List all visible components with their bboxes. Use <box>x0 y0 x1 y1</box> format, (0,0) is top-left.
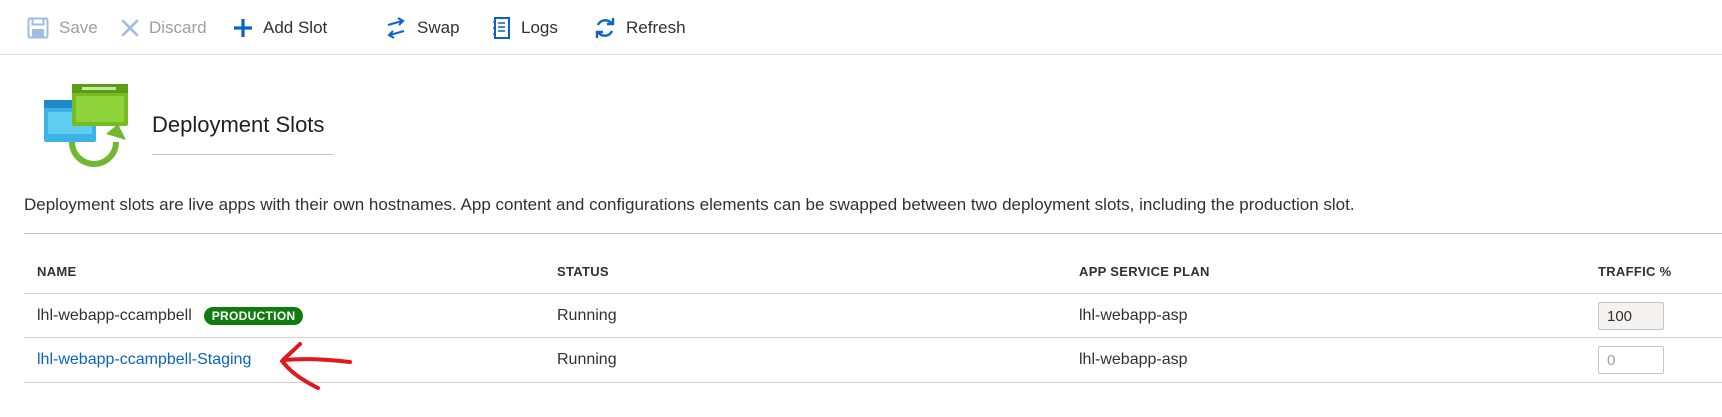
page-title: Deployment Slots <box>152 112 325 137</box>
add-slot-label: Add Slot <box>263 17 328 37</box>
column-header-app-service-plan: APP SERVICE PLAN <box>1079 264 1210 279</box>
production-badge: PRODUCTION <box>203 307 304 325</box>
save-label: Save <box>59 17 98 37</box>
table-row: lhl-webapp-ccampbell PRODUCTION Running … <box>24 293 1722 338</box>
slot-name-link[interactable]: lhl-webapp-ccampbell-Staging <box>37 351 251 369</box>
discard-button[interactable]: Discard <box>121 0 207 55</box>
column-header-name: NAME <box>37 264 77 279</box>
traffic-input <box>1598 302 1664 330</box>
title-underline <box>152 154 333 155</box>
refresh-icon <box>594 17 616 39</box>
page-description: Deployment slots are live apps with thei… <box>24 195 1355 214</box>
deployment-slots-icon <box>42 82 130 173</box>
column-header-status: STATUS <box>557 264 609 279</box>
logs-button[interactable]: Logs <box>493 0 558 55</box>
slot-app-service-plan: lhl-webapp-asp <box>1079 307 1188 324</box>
refresh-button[interactable]: Refresh <box>594 0 686 55</box>
add-slot-button[interactable]: Add Slot <box>233 0 327 55</box>
swap-button[interactable]: Swap <box>385 0 460 55</box>
refresh-label: Refresh <box>626 17 686 37</box>
slot-status: Running <box>557 351 617 368</box>
logs-label: Logs <box>521 17 558 37</box>
slot-name: lhl-webapp-ccampbell <box>37 307 192 324</box>
save-icon <box>27 17 49 39</box>
slot-status: Running <box>557 307 617 324</box>
notebook-icon <box>493 16 511 39</box>
save-button[interactable]: Save <box>27 0 98 55</box>
column-header-traffic: TRAFFIC % <box>1598 264 1672 279</box>
discard-label: Discard <box>149 17 207 37</box>
slot-name-cell: lhl-webapp-ccampbell PRODUCTION <box>37 294 304 338</box>
divider <box>24 233 1722 234</box>
slot-app-service-plan: lhl-webapp-asp <box>1079 351 1188 368</box>
swap-label: Swap <box>417 17 460 37</box>
swap-icon <box>385 16 407 39</box>
traffic-cell <box>1598 338 1664 382</box>
traffic-cell <box>1598 294 1664 338</box>
plus-icon <box>233 18 253 38</box>
slot-name-cell: lhl-webapp-ccampbell-Staging <box>37 338 251 382</box>
table-row: lhl-webapp-ccampbell-Staging Running lhl… <box>24 337 1722 383</box>
command-bar: Save Discard Add Slot Swap Logs Refresh <box>0 0 1722 55</box>
close-icon <box>121 19 139 37</box>
traffic-input[interactable] <box>1598 346 1664 374</box>
